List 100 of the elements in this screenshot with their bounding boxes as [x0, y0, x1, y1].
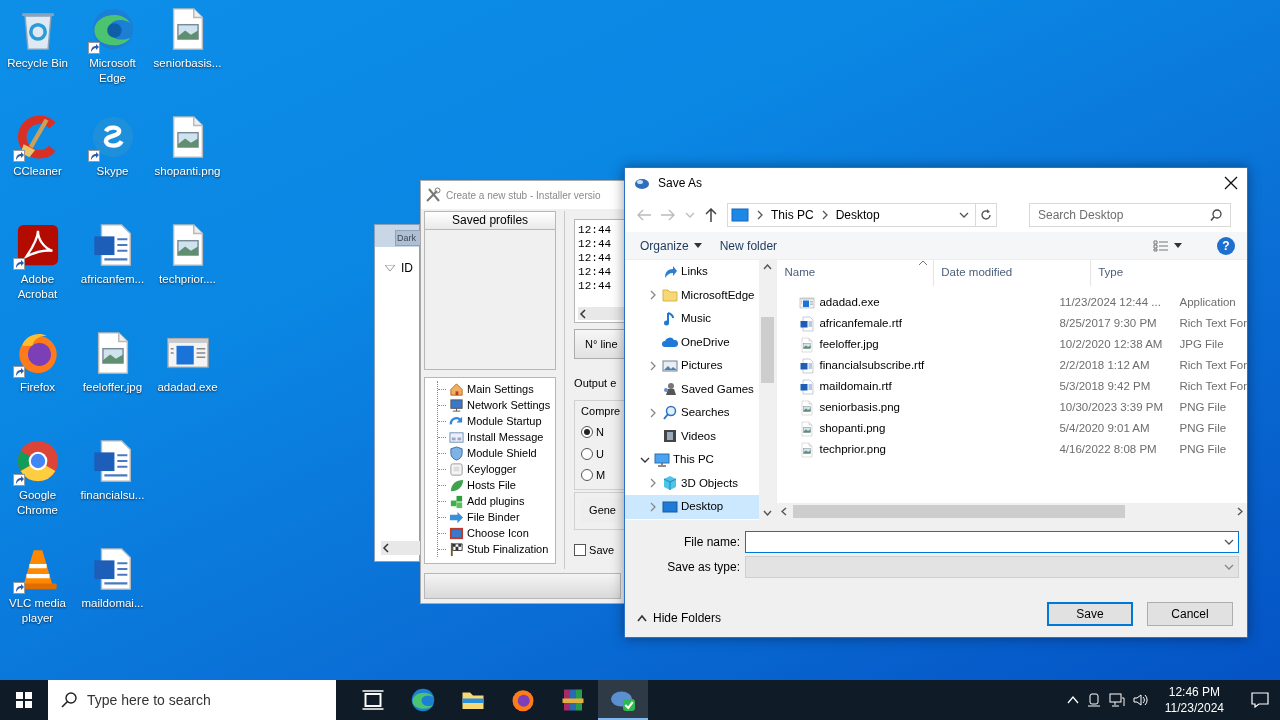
desktop-icon-label[interactable]: Firefox — [19, 380, 56, 395]
file-name-field[interactable] — [745, 530, 1239, 553]
file-name[interactable]: maildomain.rtf — [819, 377, 892, 396]
chevron-right-icon[interactable] — [648, 407, 658, 418]
radio-button[interactable] — [581, 447, 594, 460]
device-icon[interactable] — [1086, 693, 1101, 707]
address-bar[interactable]: This PC Desktop — [727, 203, 997, 227]
chevron-down-icon[interactable] — [959, 210, 969, 220]
search-field[interactable]: Type here to search — [87, 681, 336, 719]
nav-item[interactable]: MicrosoftEdge — [625, 283, 760, 307]
desktop-icon-label[interactable]: Skype — [96, 164, 129, 179]
tree-item[interactable]: Keylogger — [467, 460, 517, 478]
column-header[interactable]: ID — [401, 259, 413, 277]
nav-item[interactable]: Saved Games — [625, 377, 760, 401]
breadcrumb[interactable]: Desktop — [835, 206, 880, 224]
image-file-icon[interactable] — [799, 441, 816, 458]
nav-item[interactable]: Videos — [625, 424, 760, 448]
nav-item[interactable]: Searches — [625, 401, 760, 425]
dialog-button[interactable]: Cancel — [1147, 602, 1233, 626]
file-name[interactable]: africanfemale.rtf — [819, 314, 902, 333]
desktop-icon-label[interactable]: Google Chrome — [0, 488, 75, 518]
taskbar-search-box[interactable]: Type here to search — [48, 680, 336, 720]
radio-label[interactable]: M — [596, 467, 606, 484]
document-icon[interactable] — [799, 315, 816, 332]
up-arrow-icon[interactable] — [705, 208, 717, 222]
desktop-icon-label[interactable]: maildomai... — [81, 596, 144, 611]
search-box[interactable]: Search Desktop — [1029, 203, 1231, 227]
nav-item[interactable]: This PC — [625, 448, 760, 472]
refresh-icon[interactable] — [980, 209, 992, 221]
file-name[interactable]: shopanti.png — [819, 419, 886, 438]
nav-item[interactable]: Links — [625, 260, 760, 284]
help-button[interactable]: ? — [1217, 236, 1235, 255]
tree-item[interactable]: Choose Icon — [467, 524, 529, 542]
organize-button[interactable]: Organize — [635, 233, 707, 258]
file-name[interactable]: seniorbasis.png — [819, 398, 901, 417]
desktop-icon-label[interactable]: VLC media player — [0, 596, 75, 626]
desktop-icon-label[interactable]: seniorbasis... — [153, 56, 222, 71]
desktop-icon-label[interactable]: africanfem... — [80, 272, 145, 287]
breadcrumb[interactable]: This PC — [771, 206, 814, 224]
scroll-thumb[interactable] — [761, 317, 775, 383]
tree-item[interactable]: Hosts File — [467, 476, 516, 494]
tree-item[interactable]: File Binder — [467, 508, 520, 526]
tree-item[interactable]: Module Shield — [467, 444, 537, 462]
desktop-icon-label[interactable]: CCleaner — [13, 164, 62, 179]
desktop-icon-label[interactable]: feeloffer.jpg — [82, 380, 143, 395]
chevron-down-icon[interactable] — [763, 510, 773, 516]
chevron-right-icon[interactable] — [648, 360, 658, 371]
radio-label[interactable]: U — [596, 445, 605, 462]
image-file-icon[interactable] — [799, 399, 816, 416]
chevron-right-icon[interactable] — [1237, 507, 1243, 516]
tree-item[interactable]: Main Settings — [467, 380, 534, 398]
desktop-icon-label[interactable]: shopanti.png — [154, 164, 221, 179]
chevron-right-icon[interactable] — [648, 290, 658, 301]
new-folder-button[interactable]: New folder — [714, 233, 783, 258]
desktop-icon-label[interactable]: adadad.exe — [157, 380, 218, 395]
column-header[interactable]: Date modified — [934, 260, 1092, 286]
document-icon[interactable] — [799, 357, 816, 374]
toolbar-button[interactable]: Dark — [395, 230, 421, 246]
tree-item[interactable]: Stub Finalization — [467, 540, 549, 558]
radio-label[interactable]: N — [596, 424, 605, 441]
nav-item[interactable]: Music — [625, 307, 760, 331]
close-icon[interactable] — [1224, 176, 1238, 190]
chevron-right-icon[interactable] — [648, 478, 658, 489]
file-name[interactable]: adadad.exe — [819, 293, 880, 312]
chevron-up-icon[interactable] — [763, 264, 773, 270]
speaker-icon[interactable] — [1132, 693, 1149, 707]
dialog-button[interactable]: Save — [1047, 602, 1133, 626]
column-header[interactable]: Name — [777, 260, 935, 286]
checkbox[interactable] — [574, 543, 587, 556]
desktop-icon-label[interactable]: financialsu... — [80, 488, 145, 503]
file-name[interactable]: feeloffer.jpg — [819, 335, 879, 354]
desktop-icon-label[interactable]: Adobe Acrobat — [0, 272, 75, 302]
nav-item[interactable]: OneDrive — [625, 330, 760, 354]
chevron-left-icon[interactable] — [381, 543, 391, 553]
file-name[interactable]: financialsubscribe.rtf — [819, 356, 925, 375]
network-icon[interactable] — [1108, 693, 1125, 707]
image-file-icon[interactable] — [799, 420, 816, 437]
nav-item[interactable]: 3D Objects — [625, 471, 760, 495]
window-icon[interactable] — [799, 294, 816, 311]
desktop-icon-label[interactable]: techprior.... — [159, 272, 216, 287]
chevron-left-icon[interactable] — [781, 507, 788, 516]
column-header[interactable]: Type — [1091, 260, 1247, 286]
nav-item[interactable]: Desktop — [625, 495, 760, 519]
chevron-right-icon[interactable] — [755, 210, 765, 220]
radio-button[interactable] — [581, 426, 594, 439]
hide-folders-button[interactable]: Hide Folders — [637, 609, 722, 627]
chevron-left-icon[interactable] — [578, 308, 589, 319]
nav-item[interactable]: Pictures — [625, 354, 760, 378]
radio-button[interactable] — [581, 469, 594, 482]
tree-item[interactable]: Network Settings — [467, 396, 551, 414]
clock[interactable]: 12:46 PM 11/23/2024 — [1156, 684, 1232, 716]
lines-button[interactable]: N° line — [574, 329, 624, 359]
checkbox-label[interactable]: Save — [589, 541, 615, 558]
file-name[interactable]: techprior.png — [819, 440, 886, 459]
notification-icon[interactable] — [1251, 692, 1269, 708]
document-icon[interactable] — [799, 378, 816, 395]
tree-item[interactable]: Install Message — [467, 428, 544, 446]
tree-item[interactable]: Add plugins — [467, 492, 525, 510]
scroll-thumb[interactable] — [793, 505, 1126, 518]
image-file-icon[interactable] — [799, 336, 816, 353]
